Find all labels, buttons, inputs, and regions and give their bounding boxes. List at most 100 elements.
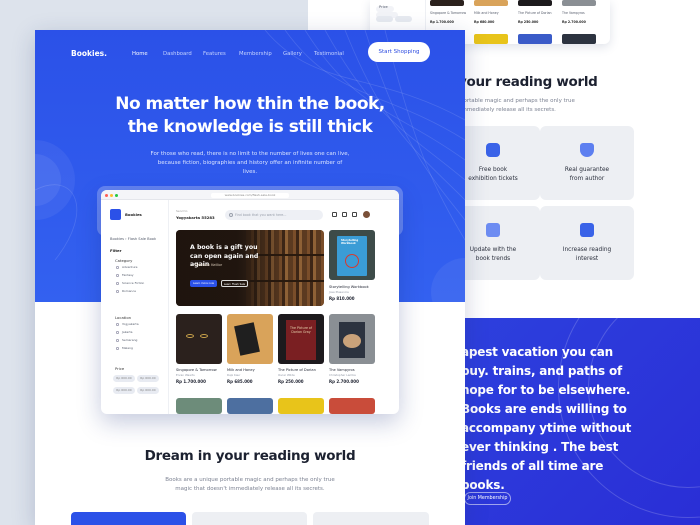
book-cover[interactable] [329,398,375,414]
nav-link-home[interactable]: Home [132,51,148,57]
book-author: Ervan Waarts [176,373,195,377]
mock-sidebar: Bookies Bookies › Flash Sale Book Filter… [101,200,169,414]
book-title[interactable]: The Vampyros [329,368,355,372]
location-title: Location [115,315,132,320]
book-author: Jose Plasencia [329,290,349,294]
feature-card: Real guarantee from author [540,126,634,200]
shield-check-icon [580,142,594,157]
book-price: Rp 685.000 [227,379,253,384]
mini-book-title: The Picture of Dorian [518,11,552,15]
hero-subtitle: For those who read, there is no limit to… [150,151,350,175]
feature-label: Real guarantee from author [564,166,610,182]
mini-book-price: Rp 250.000 [518,20,539,24]
avatar[interactable] [363,211,370,218]
book-title[interactable]: Singapore & Tomorrow [176,368,217,372]
location-option[interactable]: Semarang [122,338,137,342]
book-cover[interactable] [329,314,375,364]
promo-banner: A book is a gift you can open again and … [176,230,324,306]
section-heading: Dream in your reading world [144,448,356,464]
featured-book-cover[interactable]: Storytelling Workbook [329,230,375,280]
feature-label: Update with the book trends [469,246,517,262]
book-cover[interactable] [278,398,324,414]
book-author: Rupi Kaur [227,373,241,377]
book-title[interactable]: Milk and Honey [227,368,255,372]
featured-cover-text: Storytelling Workbook [341,239,359,245]
mini-book-price: Rp 680.000 [474,20,495,24]
feature-label: Free book exhibition tickets [468,166,518,182]
app-mockup: www.bookies.com/flash-sale-book Bookies … [101,190,399,414]
ticket-icon [486,142,500,157]
breadcrumb[interactable]: Bookies › Flash Sale Book [110,237,156,241]
cart-icon[interactable] [352,212,357,217]
book-cover[interactable] [176,398,222,414]
book-price: Rp 810.000 [329,296,355,301]
mini-book-price: Rp 2.700.000 [562,20,586,24]
mini-price-pill[interactable] [376,16,393,22]
price-title: Price [115,366,125,371]
book-cover[interactable] [176,314,222,364]
send-to-value[interactable]: Yogyakarta 55283 [176,215,215,220]
learn-more-button[interactable]: Learn more now [190,280,217,287]
nav-link-features[interactable]: Features [203,51,226,57]
mock-brand: Bookies [125,212,142,217]
feature-card[interactable] [313,512,429,525]
price-pill[interactable]: Rp 600.00 [137,387,159,394]
brand-logo[interactable]: Bookies. [71,49,107,58]
heart-icon[interactable] [332,212,337,217]
feature-card: Increase reading interest [540,206,634,280]
book-title[interactable]: Storytelling Workbook [329,285,369,289]
price-pill[interactable]: Rp 600.00 [137,375,159,382]
trend-up-icon [580,222,594,237]
book-cover[interactable] [227,314,273,364]
nav-link-testimonial[interactable]: Testimonial [314,51,344,57]
category-option[interactable]: Fantasy [122,273,134,277]
location-option[interactable]: Yogyakarta [122,322,139,326]
banner-author: — Garrison Keillor [190,263,223,267]
send-to-label: Send to [176,209,188,213]
book-author: Oscar Wilde [278,373,295,377]
quote-text: apest vacation you can buy. trains, and … [461,345,632,492]
book-cover[interactable]: The Picture of Dorian Gray [278,314,324,364]
mini-book-title: Singapore & Tomorrow [430,11,467,15]
book-title[interactable]: The Picture of Dorian [278,368,316,372]
book-author: Christopher Lamba [329,373,356,377]
mini-price-pill[interactable] [395,16,412,22]
hero-title-line1: No matter how thin the book, [115,94,385,114]
category-option[interactable]: Adventure [122,265,138,269]
feature-label: Increase reading interest [562,246,612,262]
book-price: Rp 250.000 [278,379,304,384]
category-option[interactable]: Romance [122,289,136,293]
nav-link-membership[interactable]: Membership [239,51,272,57]
hero-title-line2: the knowledge is still thick [127,117,373,137]
location-option[interactable]: Jakarta [122,330,133,334]
hero-title: No matter how thin the book, the knowled… [35,93,465,139]
bell-icon[interactable] [342,212,347,217]
join-membership-button[interactable]: Join Membership [464,492,511,505]
mini-book-title: Milk and Honey [474,11,499,15]
category-title: Category [115,258,133,263]
book-price: Rp 1.700.000 [176,379,206,384]
category-option[interactable]: Science Fiction [122,281,144,285]
book-price: Rp 2.700.000 [329,379,359,384]
nav-link-gallery[interactable]: Gallery [283,51,302,57]
nav-link-dashboard[interactable]: Dashboard [163,51,192,57]
url-bar[interactable]: www.bookies.com/flash-sale-book [211,192,289,198]
section-paragraph: Books are a unique portable magic and pe… [165,477,335,492]
search-icon [229,213,233,217]
back-section-heading: your reading world [458,74,598,90]
search-input[interactable]: Find book that you want here... [225,210,323,220]
filter-title: Filter [110,248,122,253]
mini-filter-price-label: Price [379,5,388,9]
back-section-paragraph: portable magic and perhaps the only true… [460,98,575,113]
learn-flash-sale-button[interactable]: Learn Flash Sale [221,280,248,287]
start-shopping-button[interactable]: Start Shopping [368,42,430,62]
chart-icon [486,222,500,237]
price-pill[interactable]: Rp 600.00 [113,387,135,394]
mini-book-price: Rp 1.700.000 [430,20,454,24]
mini-book-title: The Vampyros [562,11,585,15]
location-option[interactable]: Malang [122,346,133,350]
feature-card[interactable] [192,512,307,525]
feature-card-active[interactable] [71,512,186,525]
book-cover[interactable] [227,398,273,414]
price-pill[interactable]: Rp 600.00 [113,375,135,382]
